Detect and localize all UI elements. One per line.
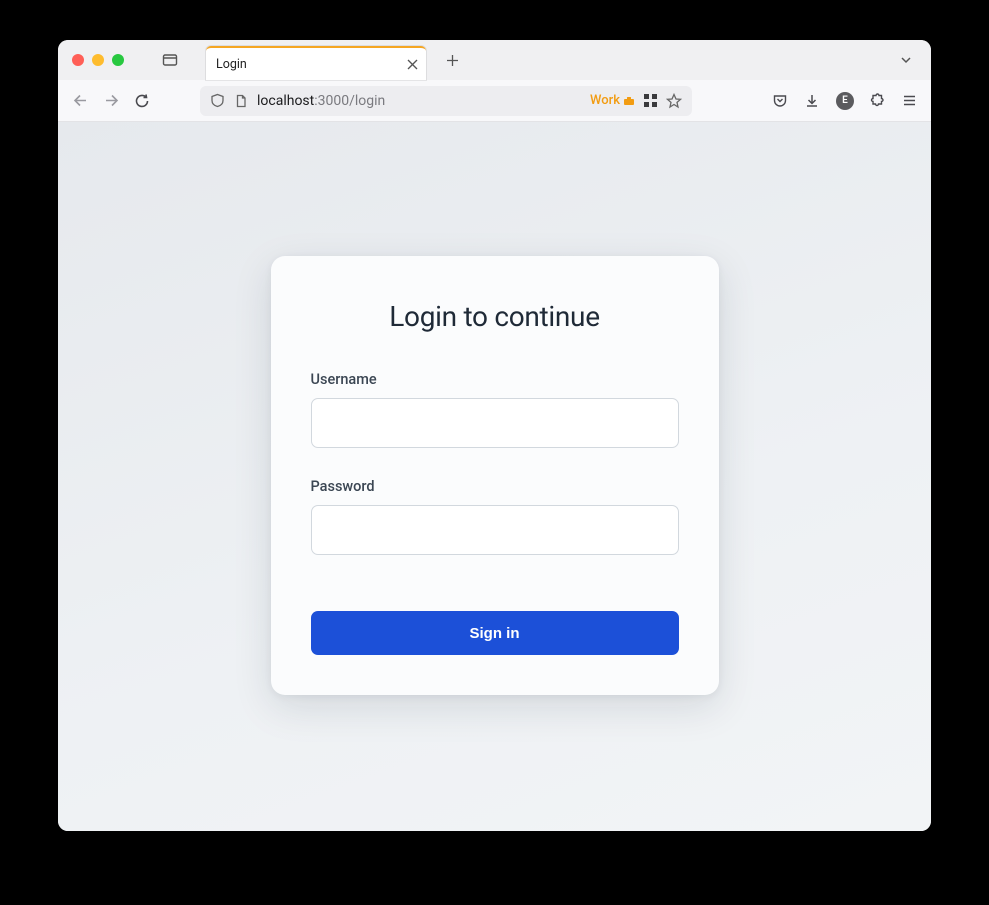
- toolbar: localhost:3000/login Work: [58, 80, 931, 122]
- container-label-text: Work: [590, 93, 620, 108]
- close-tab-icon[interactable]: [407, 59, 418, 70]
- briefcase-icon: [623, 95, 635, 107]
- window-maximize-button[interactable]: [112, 54, 124, 66]
- extension-badge[interactable]: E: [836, 92, 854, 110]
- reload-button[interactable]: [134, 93, 150, 109]
- login-card: Login to continue Username Password Sign…: [271, 256, 719, 695]
- password-input[interactable]: [311, 505, 679, 555]
- sidebar-toggle-button[interactable]: [162, 52, 178, 68]
- titlebar: Login: [58, 40, 931, 80]
- forward-button[interactable]: [103, 92, 120, 109]
- password-field-group: Password: [311, 478, 679, 555]
- qr-icon[interactable]: [643, 93, 658, 108]
- app-menu-icon[interactable]: [902, 93, 917, 108]
- login-heading: Login to continue: [311, 300, 679, 333]
- sign-in-button[interactable]: Sign in: [311, 611, 679, 655]
- back-button[interactable]: [72, 92, 89, 109]
- window-minimize-button[interactable]: [92, 54, 104, 66]
- container-label[interactable]: Work: [590, 93, 635, 108]
- browser-window: Login: [58, 40, 931, 831]
- url-path: :3000/login: [314, 93, 385, 109]
- bookmark-star-icon[interactable]: [666, 93, 682, 109]
- browser-tab[interactable]: Login: [206, 46, 426, 80]
- url-host: localhost: [257, 93, 314, 109]
- window-close-button[interactable]: [72, 54, 84, 66]
- url-text: localhost:3000/login: [257, 93, 581, 109]
- username-label: Username: [311, 371, 679, 388]
- password-label: Password: [311, 478, 679, 495]
- downloads-icon[interactable]: [804, 93, 820, 109]
- shield-icon[interactable]: [210, 93, 225, 108]
- content-area: Login to continue Username Password Sign…: [58, 122, 931, 831]
- tab-title: Login: [216, 57, 247, 72]
- extensions-icon[interactable]: [870, 93, 886, 109]
- page-icon: [234, 94, 248, 108]
- username-input[interactable]: [311, 398, 679, 448]
- tabs-overflow-button[interactable]: [899, 53, 913, 67]
- pocket-icon[interactable]: [772, 93, 788, 109]
- new-tab-button[interactable]: [446, 54, 459, 67]
- url-bar[interactable]: localhost:3000/login Work: [200, 86, 692, 116]
- username-field-group: Username: [311, 371, 679, 448]
- traffic-lights: [58, 54, 124, 66]
